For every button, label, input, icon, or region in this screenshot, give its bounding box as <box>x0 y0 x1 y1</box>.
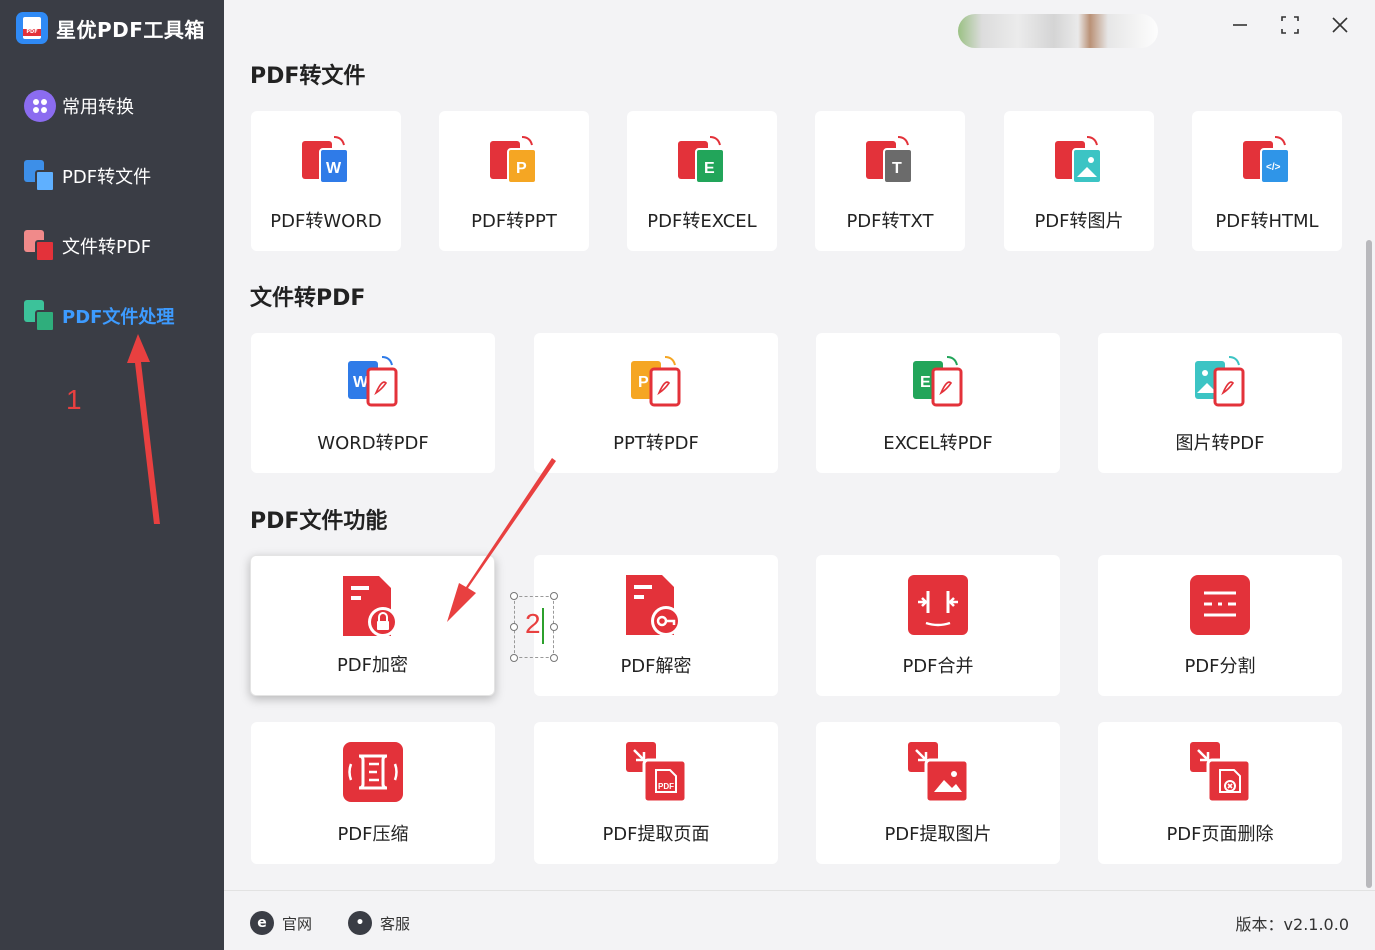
card-label: PDF转图片 <box>1034 211 1124 232</box>
close-icon[interactable] <box>1329 14 1351 36</box>
card-label: 图片转PDF <box>1175 433 1265 454</box>
app-logo-icon <box>16 12 48 44</box>
grid-circle-icon <box>24 90 56 122</box>
support-label: 客服 <box>380 914 411 933</box>
card-pdf-to-word[interactable]: W PDF转WORD <box>251 111 401 251</box>
card-pdf-to-image[interactable]: PDF转图片 <box>1004 111 1154 251</box>
pdf-compress-icon <box>343 742 403 802</box>
card-pdf-extract-images[interactable]: PDF提取图片 <box>816 722 1060 864</box>
card-label: PDF加密 <box>336 655 409 676</box>
pdf-to-ppt-icon: P <box>490 136 537 184</box>
word-to-pdf-icon: W <box>348 356 398 407</box>
pdf-process-icon <box>24 300 56 332</box>
pdf-extract-pages-icon: PDF <box>626 742 688 804</box>
card-label: PDF转PPT <box>471 211 557 232</box>
sidebar-item-label: 常用转换 <box>62 97 134 118</box>
card-pdf-to-txt[interactable]: T PDF转TXT <box>815 111 965 251</box>
card-label: PDF页面删除 <box>1166 824 1274 845</box>
pdf-encrypt-icon <box>342 576 398 637</box>
svg-text:PDF: PDF <box>658 782 674 791</box>
card-label: PDF转TXT <box>846 211 934 232</box>
pdf-extract-images-icon <box>908 742 970 804</box>
card-pdf-decrypt[interactable]: PDF解密 <box>534 555 778 696</box>
version-label: 版本：v2.1.0.0 <box>1235 915 1349 934</box>
sidebar-item-label: 文件转PDF <box>62 237 152 258</box>
svg-text:P: P <box>638 374 649 391</box>
card-label: PDF转HTML <box>1215 211 1319 232</box>
sidebar-item-label: PDF转文件 <box>62 167 152 188</box>
svg-text:P: P <box>516 160 527 177</box>
card-label: PDF分割 <box>1184 656 1256 677</box>
card-pdf-compress[interactable]: PDF压缩 <box>251 722 495 864</box>
card-pdf-to-ppt[interactable]: P PDF转PPT <box>439 111 589 251</box>
card-pdf-to-html[interactable]: </> PDF转HTML <box>1192 111 1342 251</box>
section-title-pdf-to-file: PDF转文件 <box>250 64 366 89</box>
card-label: PPT转PDF <box>613 433 699 454</box>
svg-text:W: W <box>326 160 342 177</box>
pdf-split-icon <box>1190 575 1250 635</box>
card-label: PDF解密 <box>620 656 692 677</box>
card-label: PDF合并 <box>902 656 974 677</box>
footer: e 官网 • 客服 版本：v2.1.0.0 <box>224 890 1375 950</box>
website-link[interactable]: e 官网 <box>250 911 312 935</box>
sidebar: 星优PDF工具箱 常用转换 PDF转文件 文件转PDF PDF文件处理 1 <box>0 0 224 950</box>
file-to-pdf-icon <box>24 230 56 262</box>
card-label: PDF转WORD <box>270 211 382 232</box>
card-image-to-pdf[interactable]: 图片转PDF <box>1098 333 1342 473</box>
pdf-to-file-icon <box>24 160 56 192</box>
support-link[interactable]: • 客服 <box>348 911 410 935</box>
pdf-to-word-icon: W <box>302 136 349 184</box>
annotation-step-2: 2 <box>525 608 541 639</box>
card-excel-to-pdf[interactable]: E EXCEL转PDF <box>816 333 1060 473</box>
pdf-decrypt-icon <box>626 575 681 636</box>
maximize-icon[interactable] <box>1279 14 1301 36</box>
vertical-scrollbar[interactable] <box>1366 240 1372 888</box>
card-pdf-to-excel[interactable]: E PDF转EXCEL <box>627 111 777 251</box>
pdf-merge-icon <box>908 575 968 635</box>
pdf-to-txt-icon: T <box>866 136 913 184</box>
card-pdf-delete-pages[interactable]: PDF页面删除 <box>1098 722 1342 864</box>
pdf-to-image-icon <box>1055 136 1102 184</box>
chat-bubble-icon: • <box>348 911 372 935</box>
card-pdf-encrypt[interactable]: PDF加密 <box>250 555 495 696</box>
excel-to-pdf-icon: E <box>913 356 963 407</box>
website-label: 官网 <box>282 914 313 933</box>
card-label: PDF压缩 <box>337 824 409 845</box>
pdf-to-html-icon: </> <box>1243 136 1290 184</box>
svg-text:E: E <box>704 160 715 177</box>
ppt-to-pdf-icon: P <box>631 356 681 407</box>
section-title-file-to-pdf: 文件转PDF <box>250 286 366 311</box>
app-name: 星优PDF工具箱 <box>56 17 205 42</box>
svg-text:</>: </> <box>1266 162 1281 173</box>
svg-text:T: T <box>892 160 902 177</box>
card-label: PDF提取图片 <box>884 824 992 845</box>
card-ppt-to-pdf[interactable]: P PPT转PDF <box>534 333 778 473</box>
card-pdf-extract-pages[interactable]: PDF PDF提取页面 <box>534 722 778 864</box>
section-title-pdf-functions: PDF文件功能 <box>250 509 388 534</box>
annotation-step-1: 1 <box>66 384 82 415</box>
sidebar-item-file-to-pdf[interactable]: 文件转PDF <box>24 230 151 262</box>
sidebar-item-pdf-to-file[interactable]: PDF转文件 <box>24 160 151 192</box>
user-account-blurred[interactable] <box>958 14 1158 48</box>
card-word-to-pdf[interactable]: W WORD转PDF <box>251 333 495 473</box>
image-to-pdf-icon <box>1195 356 1245 407</box>
pdf-to-excel-icon: E <box>678 136 725 184</box>
sidebar-item-common-convert[interactable]: 常用转换 <box>24 90 134 122</box>
card-label: EXCEL转PDF <box>883 433 993 454</box>
card-label: PDF提取页面 <box>602 824 710 845</box>
ie-icon: e <box>250 911 274 935</box>
card-label: WORD转PDF <box>317 433 429 454</box>
svg-text:E: E <box>920 374 931 391</box>
window-controls <box>1229 14 1351 36</box>
card-pdf-split[interactable]: PDF分割 <box>1098 555 1342 696</box>
card-pdf-merge[interactable]: PDF合并 <box>816 555 1060 696</box>
minimize-icon[interactable] <box>1229 14 1251 36</box>
text-caret <box>542 608 544 644</box>
sidebar-item-label: PDF文件处理 <box>62 307 175 328</box>
pdf-delete-pages-icon <box>1190 742 1252 804</box>
card-label: PDF转EXCEL <box>647 211 757 232</box>
sidebar-item-pdf-process[interactable]: PDF文件处理 <box>24 300 174 332</box>
app-title: 星优PDF工具箱 <box>16 12 205 44</box>
